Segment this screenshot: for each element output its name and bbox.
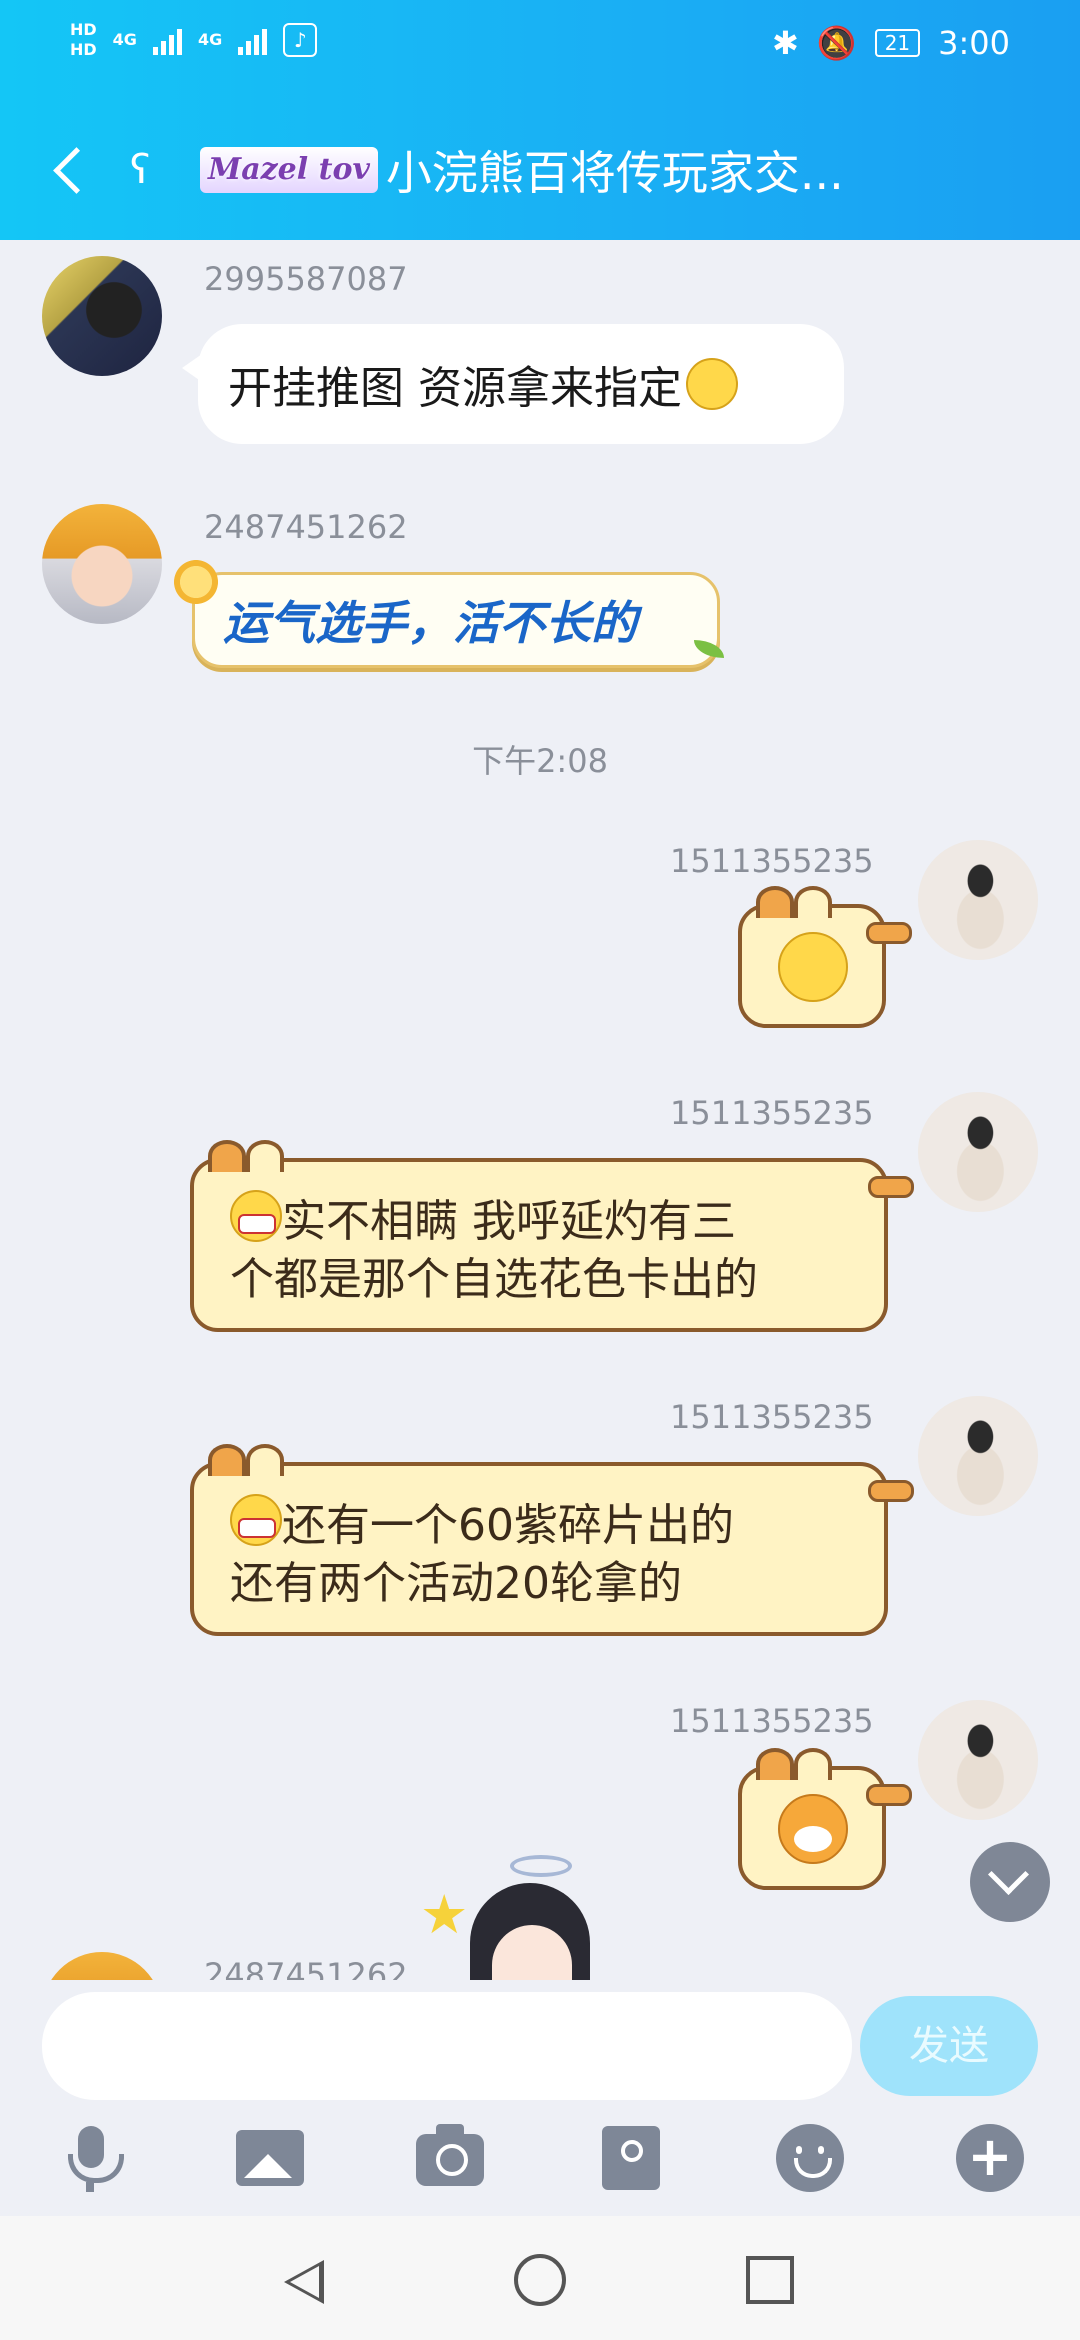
mascot-decoration: ★ xyxy=(420,1855,630,1995)
group-badge: Mazel tov xyxy=(200,147,378,193)
mask-face-icon xyxy=(230,1190,282,1242)
group-title[interactable]: 小浣熊百将传玩家交... xyxy=(386,137,844,203)
grinning-face-icon xyxy=(686,358,738,410)
sender-id: 2487451262 xyxy=(204,1956,408,1980)
star-icon: ★ xyxy=(420,1883,469,1946)
signal-icon-2 xyxy=(238,25,268,55)
sender-id: 2995587087 xyxy=(204,260,408,298)
mute-icon: 🔕 xyxy=(816,24,857,62)
sim-indicator: HD HD xyxy=(70,20,97,60)
status-bar: HD HD 4G 4G ♪ ✱ 🔕 21 3:00 xyxy=(0,0,1080,92)
chat-area[interactable]: 2995587087 开挂推图 资源拿来指定 2487451262 运气选手，活… xyxy=(0,240,1080,1980)
send-button[interactable]: 发送 xyxy=(860,1996,1038,2096)
message-text: 运气选手，活不长的 xyxy=(223,596,637,650)
avatar[interactable] xyxy=(918,1092,1038,1212)
sim2-label: HD xyxy=(70,40,97,59)
bluetooth-icon: ✱ xyxy=(772,24,799,62)
message-bubble[interactable]: 还有一个60紫碎片出的 还有两个活动20轮拿的 xyxy=(190,1444,914,1636)
plus-icon[interactable]: + xyxy=(956,2124,1024,2192)
nav-recents-icon[interactable] xyxy=(746,2256,794,2304)
avatar[interactable] xyxy=(42,256,162,376)
avatar[interactable] xyxy=(42,1952,162,1980)
title-row: ʕ Mazel tov 小浣熊百将传玩家交... xyxy=(0,130,1080,210)
avatar[interactable] xyxy=(42,504,162,624)
network-type-2: 4G xyxy=(197,30,223,49)
message-bubble[interactable] xyxy=(738,1748,912,1890)
message-line: 个都是那个自选花色卡出的 xyxy=(230,1254,758,1305)
scroll-down-button[interactable] xyxy=(970,1842,1050,1922)
sender-id: 1511355235 xyxy=(670,842,874,880)
camera-icon[interactable] xyxy=(416,2124,484,2186)
sender-id: 2487451262 xyxy=(204,508,408,546)
timestamp: 下午2:08 xyxy=(472,742,608,780)
back-button[interactable] xyxy=(40,140,100,200)
system-nav-bar xyxy=(0,2216,1080,2340)
message-line: 还有两个活动20轮拿的 xyxy=(230,1558,682,1609)
sun-decoration-icon xyxy=(168,554,224,610)
red-packet-icon[interactable] xyxy=(602,2126,660,2190)
avatar[interactable] xyxy=(918,840,1038,960)
message-input[interactable] xyxy=(42,1992,852,2100)
battery-icon: 21 xyxy=(874,29,921,57)
message-line: 还有一个60紫碎片出的 xyxy=(230,1494,848,1555)
ear-icon[interactable]: ʕ xyxy=(130,145,180,195)
message-bubble[interactable] xyxy=(738,886,912,1028)
microphone-icon[interactable] xyxy=(56,2124,124,2192)
mask-face-icon xyxy=(230,1494,282,1546)
sender-id: 1511355235 xyxy=(670,1398,874,1436)
network-type-1: 4G xyxy=(112,30,137,49)
input-bar: 发送 xyxy=(0,1980,1080,2100)
chat-header: HD HD 4G 4G ♪ ✱ 🔕 21 3:00 ʕ Mazel tov 小浣… xyxy=(0,0,1080,240)
message-bubble[interactable]: 运气选手，活不长的 xyxy=(192,572,720,668)
message-bubble[interactable]: 实不相瞒 我呼延灼有三 个都是那个自选花色卡出的 xyxy=(190,1140,914,1332)
avatar[interactable] xyxy=(918,1396,1038,1516)
sender-id: 1511355235 xyxy=(670,1094,874,1132)
message-text: 开挂推图 资源拿来指定 xyxy=(228,363,682,414)
avatar[interactable] xyxy=(918,1700,1038,1820)
input-toolbar: + xyxy=(0,2100,1080,2216)
signal-icon-1 xyxy=(152,25,182,55)
message-line: 实不相瞒 我呼延灼有三 xyxy=(230,1190,848,1251)
sender-id: 1511355235 xyxy=(670,1702,874,1740)
status-time: 3:00 xyxy=(938,24,1010,62)
shiba-face-icon xyxy=(778,1794,848,1864)
emoji-icon[interactable] xyxy=(776,2124,844,2192)
message-bubble[interactable]: 开挂推图 资源拿来指定 xyxy=(182,324,844,444)
nav-home-icon[interactable] xyxy=(514,2254,566,2306)
image-icon[interactable] xyxy=(236,2130,304,2186)
nav-back-icon[interactable] xyxy=(284,2260,324,2304)
message-text: 还有一个60紫碎片出的 xyxy=(282,1500,734,1551)
music-app-icon: ♪ xyxy=(283,23,318,57)
message-text: 实不相瞒 我呼延灼有三 xyxy=(282,1196,736,1247)
sim1-label: HD xyxy=(70,20,97,39)
yawning-face-icon xyxy=(778,932,848,1002)
